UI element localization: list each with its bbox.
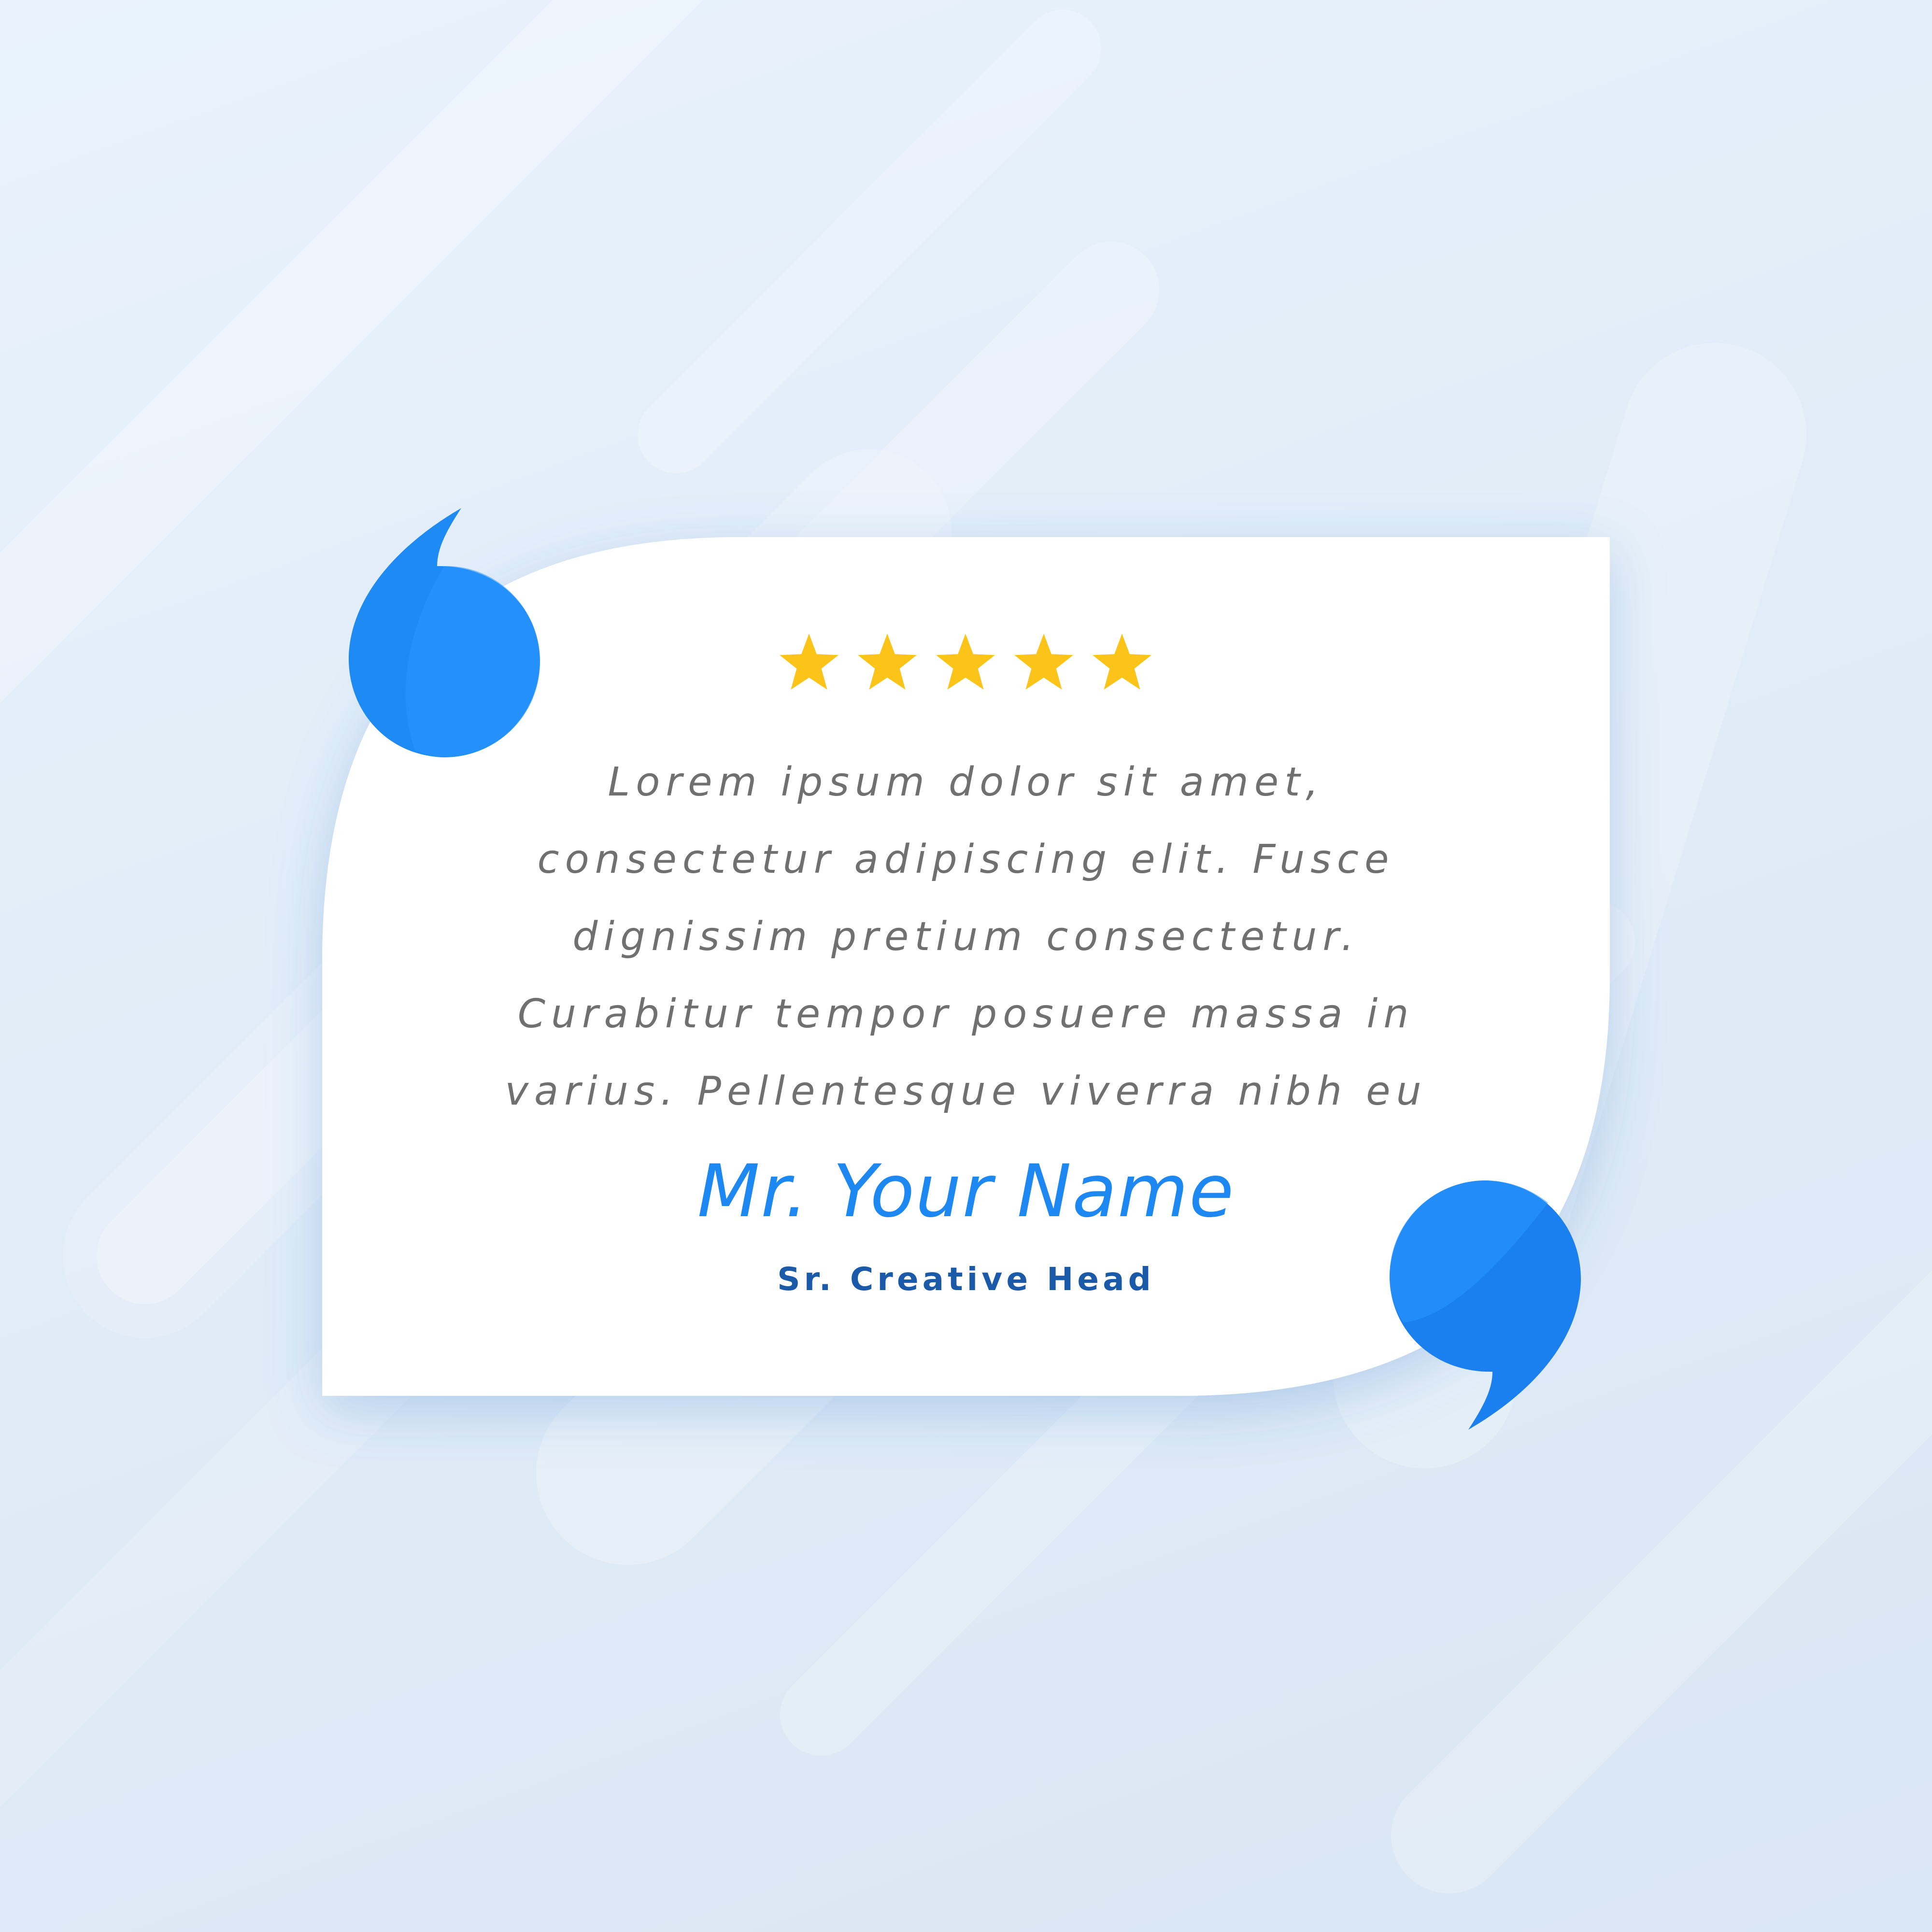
testimonial-quote: Lorem ipsum dolor sit amet, consectetur … xyxy=(411,744,1521,1130)
quote-line: Lorem ipsum dolor sit amet, xyxy=(608,759,1324,805)
quote-line: dignissim pretium consectetur. xyxy=(572,914,1360,960)
reviewer-name: Mr. Your Name xyxy=(697,1150,1235,1234)
star-icon xyxy=(1014,634,1073,690)
reviewer-role: Sr. Creative Head xyxy=(777,1261,1155,1298)
star-icon xyxy=(1093,634,1151,690)
star-icon xyxy=(858,634,917,690)
testimonial-content: Lorem ipsum dolor sit amet, consectetur … xyxy=(0,0,1932,1932)
quote-line: varius. Pellentesque viverra nibh eu xyxy=(505,1068,1427,1114)
quote-line: Curabitur tempor posuere massa in xyxy=(517,991,1415,1037)
quote-line: consectetur adipiscing elit. Fusce xyxy=(537,837,1395,882)
star-icon xyxy=(936,634,995,690)
star-rating xyxy=(780,634,1151,690)
star-icon xyxy=(780,634,838,690)
